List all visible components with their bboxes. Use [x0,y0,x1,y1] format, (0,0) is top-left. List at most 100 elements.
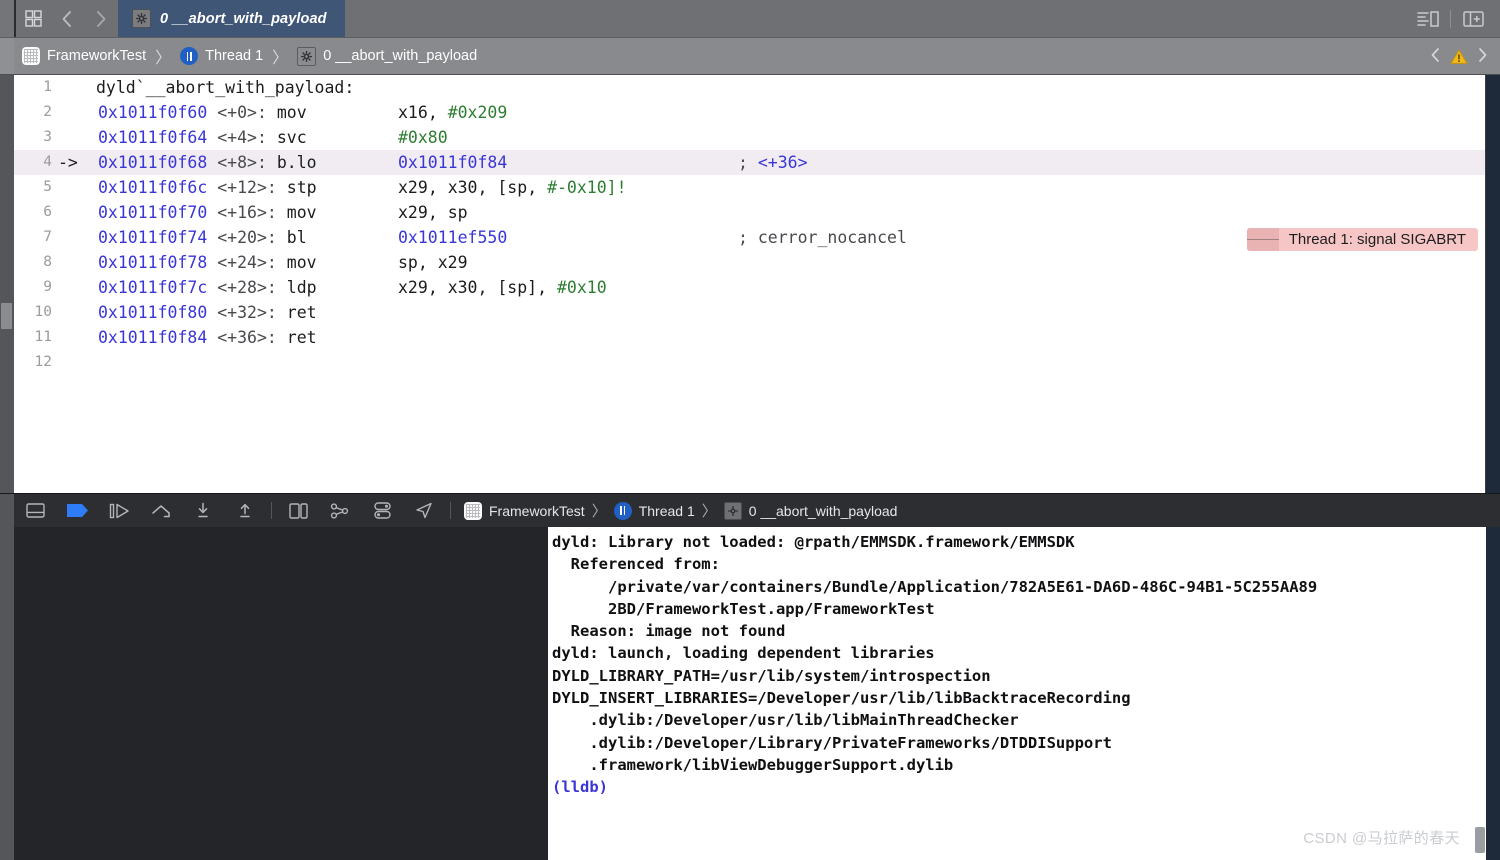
step-over-button[interactable] [140,494,182,528]
debug-area-right-edge [1486,527,1500,860]
operands: sp, x29 [398,250,468,275]
mnemonic: ret [287,303,317,322]
continue-button[interactable] [98,494,140,528]
line-number: 12 [14,350,58,375]
step-into-button[interactable] [182,494,224,528]
debug-breadcrumb: FrameworkTest 〉 Thread 1 〉 [464,500,897,521]
thread-pause-icon [180,47,198,65]
mnemonic: mov [277,103,307,122]
code-line-text: 0x1011f0f70 <+16>: movx29, sp [98,200,1485,225]
code-line[interactable]: 9 0x1011f0f7c <+28>: ldp x29, x30, [sp], #… [14,275,1485,300]
debug-bar: FrameworkTest 〉 Thread 1 〉 [0,493,1500,527]
breadcrumb-separator: 〉 [272,44,288,68]
instruction-address: 0x1011f0f68 [98,153,217,172]
mnemonic: bl [287,228,307,247]
assembly-editor[interactable]: 1dyld`__abort_with_payload:20x1011f0f60 … [14,75,1486,493]
instruction-offset: <+4>: [217,128,277,147]
mnemonic: svc [277,128,307,147]
operands: 0x1011f0f84 [398,150,507,175]
add-editor-icon[interactable] [1456,0,1490,37]
code-line[interactable]: 4->0x1011f0f68 <+8>: b.lo0x1011f0f84; <+… [14,150,1485,175]
mnemonic: b.lo [277,153,317,172]
code-line-text: 0x1011f0f78 <+24>: movsp, x29 [98,250,1485,275]
operands: #0x80 [398,125,448,150]
variables-view[interactable] [14,527,548,860]
issue-prev-icon[interactable] [1430,47,1441,68]
console-scrollbar-thumb[interactable] [1475,827,1485,853]
breadcrumb-item-frame[interactable]: 0 __abort_with_payload [297,47,477,66]
simulate-location-button[interactable] [403,494,445,528]
editor-tab-abort-with-payload[interactable]: 0 __abort_with_payload [118,0,345,37]
breadcrumb-label-project: FrameworkTest [47,48,146,64]
breadcrumb-item-project[interactable]: FrameworkTest [22,47,146,65]
debug-bar-divider [271,502,272,519]
instruction-address: 0x1011f0f64 [98,128,217,147]
hide-debug-area-button[interactable] [14,494,56,528]
breadcrumb-separator: 〉 [155,44,171,68]
code-line[interactable]: 30x1011f0f64 <+4>: svc#0x80 [14,125,1485,150]
project-icon [464,502,482,520]
code-line[interactable]: 80x1011f0f78 <+24>: movsp, x29 [14,250,1485,275]
navigator-scrollbar[interactable] [0,75,14,493]
issue-handle-icon[interactable] [1247,228,1279,251]
inspector-toggle-icon[interactable] [1411,0,1445,37]
debug-breadcrumb-item-frame[interactable]: 0 __abort_with_payload [724,502,898,520]
instruction-offset: <+20>: [217,228,287,247]
issue-next-icon[interactable] [1477,47,1488,68]
line-number: 9 [14,275,58,300]
navigate-forward-icon[interactable] [84,0,118,37]
mnemonic: mov [287,203,317,222]
watermark: CSDN @马拉萨的春天 [1303,827,1460,848]
operands: x29, x30, [sp, #-0x10]! [398,175,627,200]
code-line[interactable]: 60x1011f0f70 <+16>: movx29, sp [14,200,1485,225]
breakpoints-toggle-button[interactable] [56,494,98,528]
code-line[interactable]: 20x1011f0f60 <+0>: movx16, #0x209 [14,100,1485,125]
code-line-text: 0x1011f0f6c <+12>: stpx29, x30, [sp, #-0… [98,175,1485,200]
debug-breadcrumb-label-thread: Thread 1 [639,503,695,519]
mnemonic: ldp [287,278,317,297]
code-line-text: 0x1011f0f80 <+32>: ret [98,300,1485,325]
warning-triangle-icon[interactable] [1450,49,1468,65]
code-line[interactable]: 110x1011f0f84 <+36>: ret [14,325,1485,350]
instruction-offset: <+24>: [217,253,287,272]
environment-overrides-button[interactable] [361,494,403,528]
operands: x29, sp [398,200,468,225]
code-line[interactable]: 10 0x1011f0f80 <+32>: ret [14,300,1485,325]
debug-breadcrumb-item-thread[interactable]: Thread 1 [614,502,695,520]
breadcrumb-label-thread: Thread 1 [205,48,263,64]
instruction-offset: <+36>: [217,328,287,347]
editor-area: 1dyld`__abort_with_payload:20x1011f0f60 … [0,75,1500,493]
breadcrumb-item-thread[interactable]: Thread 1 [180,47,263,65]
mnemonic: mov [287,253,317,272]
code-line-text: 0x1011f0f64 <+4>: svc #0x80 [98,125,1485,150]
breadcrumb: FrameworkTest 〉 Thread 1 〉 [22,44,477,68]
line-number: 8 [14,250,58,275]
debug-breadcrumb-label-frame: 0 __abort_with_payload [749,503,898,519]
code-line[interactable]: 12 [14,350,1485,375]
operands: x29, x30, [sp], #0x10 [398,275,607,300]
tab-overview-icon[interactable] [16,0,50,37]
memory-graph-button[interactable] [319,494,361,528]
instruction-address: 0x1011f0f74 [98,228,217,247]
debug-breadcrumb-item-project[interactable]: FrameworkTest [464,502,585,520]
line-number: 1 [14,75,58,100]
instruction-offset: <+28>: [217,278,287,297]
code-line[interactable]: 1dyld`__abort_with_payload: [14,75,1485,100]
line-number: 6 [14,200,58,225]
line-number: 10 [14,300,58,325]
console-view[interactable]: dyld: Library not loaded: @rpath/EMMSDK.… [548,527,1486,860]
debug-breadcrumb-separator: 〉 [592,500,607,521]
instruction-address: 0x1011f0f7c [98,278,217,297]
instruction-offset: <+12>: [217,178,287,197]
code-line-text: 0x1011f0f84 <+36>: ret [98,325,1485,350]
view-hierarchy-button[interactable] [277,494,319,528]
navigate-back-icon[interactable] [50,0,84,37]
instruction-comment: ; <+36> [738,150,808,175]
editor-right-edge [1486,75,1500,493]
status-badge[interactable]: Thread 1: signal SIGABRT [1247,228,1478,251]
lldb-prompt: (lldb) [552,778,608,796]
code-line[interactable]: 50x1011f0f6c <+12>: stpx29, x30, [sp, #-… [14,175,1485,200]
tab-bar: 0 __abort_with_payload [0,0,1500,37]
step-out-button[interactable] [224,494,266,528]
navigator-scrollbar-thumb[interactable] [1,303,12,329]
